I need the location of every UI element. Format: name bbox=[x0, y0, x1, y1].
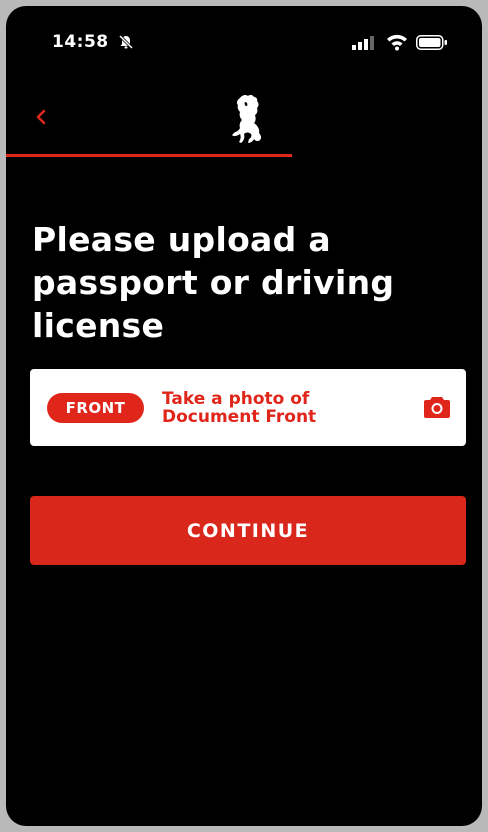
upload-front-photo-card[interactable]: FRONT Take a photo of Document Front bbox=[30, 369, 466, 446]
signal-icon bbox=[352, 36, 374, 50]
camera-icon[interactable] bbox=[423, 395, 451, 419]
upload-label-line1: Take a photo of bbox=[162, 389, 310, 409]
chevron-left-icon bbox=[36, 109, 46, 125]
app-screen: 14:58 Please upload a passport or drivin… bbox=[6, 6, 482, 826]
status-time: 14:58 bbox=[52, 32, 109, 52]
bell-slash-icon bbox=[118, 34, 134, 50]
prancing-horse-logo-icon bbox=[232, 94, 262, 143]
progress-bar bbox=[6, 154, 482, 157]
battery-icon bbox=[416, 35, 447, 50]
wifi-icon bbox=[387, 34, 407, 51]
page-title: Please upload a passport or driving lice… bbox=[32, 220, 395, 345]
progress-fill bbox=[6, 154, 292, 157]
continue-button[interactable]: CONTINUE bbox=[30, 496, 466, 565]
upload-label: Take a photo of Document Front bbox=[162, 390, 402, 426]
upload-label-line2: Document Front bbox=[162, 407, 317, 427]
front-badge: FRONT bbox=[47, 393, 144, 423]
status-bar: 14:58 bbox=[6, 6, 482, 66]
back-button[interactable] bbox=[28, 102, 54, 132]
